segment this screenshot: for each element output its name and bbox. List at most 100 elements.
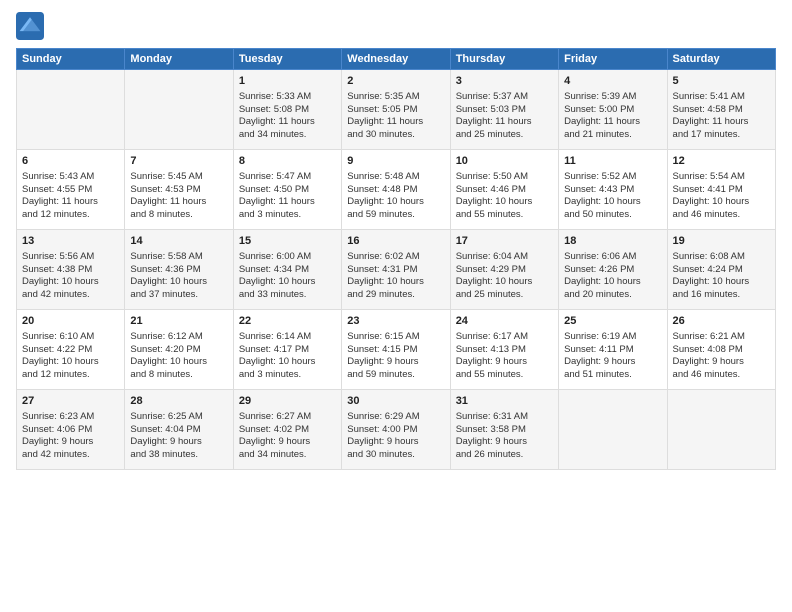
col-header-monday: Monday [125, 49, 233, 70]
day-info-line: Sunrise: 5:43 AM [22, 171, 119, 184]
day-info-line: Sunset: 3:58 PM [456, 424, 553, 437]
day-info-line: Sunrise: 6:15 AM [347, 331, 444, 344]
day-info-line: Sunset: 4:24 PM [673, 264, 770, 277]
day-cell: 28Sunrise: 6:25 AMSunset: 4:04 PMDayligh… [125, 390, 233, 470]
day-cell [667, 390, 775, 470]
day-info-line: Sunset: 4:08 PM [673, 344, 770, 357]
day-info-line: Daylight: 10 hours [564, 276, 661, 289]
calendar-table: SundayMondayTuesdayWednesdayThursdayFrid… [16, 48, 776, 470]
day-info-line: and 37 minutes. [130, 289, 227, 302]
day-info-line: Sunrise: 5:56 AM [22, 251, 119, 264]
day-cell: 4Sunrise: 5:39 AMSunset: 5:00 PMDaylight… [559, 70, 667, 150]
day-info-line: and 34 minutes. [239, 129, 336, 142]
day-number: 23 [347, 314, 444, 329]
day-info-line: Sunset: 4:53 PM [130, 184, 227, 197]
day-cell: 25Sunrise: 6:19 AMSunset: 4:11 PMDayligh… [559, 310, 667, 390]
day-info-line: Daylight: 10 hours [673, 276, 770, 289]
day-info-line: Daylight: 11 hours [22, 196, 119, 209]
day-info-line: Sunset: 4:55 PM [22, 184, 119, 197]
day-info-line: and 55 minutes. [456, 369, 553, 382]
day-info-line: Sunrise: 6:02 AM [347, 251, 444, 264]
day-info-line: and 17 minutes. [673, 129, 770, 142]
day-info-line: Daylight: 11 hours [456, 116, 553, 129]
day-cell: 27Sunrise: 6:23 AMSunset: 4:06 PMDayligh… [17, 390, 125, 470]
day-cell: 16 Sunrise: 6:02 AMSunset: 4:31 PMDayligh… [342, 230, 450, 310]
day-number: 5 [673, 74, 770, 89]
day-info-line: and 12 minutes. [22, 209, 119, 222]
day-cell: 15Sunrise: 6:00 AMSunset: 4:34 PMDayligh… [233, 230, 341, 310]
day-info-line: Daylight: 9 hours [456, 436, 553, 449]
day-info-line: and 50 minutes. [564, 209, 661, 222]
day-info-line: and 8 minutes. [130, 369, 227, 382]
day-cell: 14Sunrise: 5:58 AMSunset: 4:36 PMDayligh… [125, 230, 233, 310]
day-info-line: Sunset: 4:17 PM [239, 344, 336, 357]
day-info-line: and 12 minutes. [22, 369, 119, 382]
day-info-line: Daylight: 9 hours [673, 356, 770, 369]
day-number: 11 [564, 154, 661, 169]
day-number: 13 [22, 234, 119, 249]
day-info-line: Sunrise: 6:21 AM [673, 331, 770, 344]
day-info-line: Sunset: 4:13 PM [456, 344, 553, 357]
day-info-line: Sunset: 4:41 PM [673, 184, 770, 197]
day-info-line: and 26 minutes. [456, 449, 553, 462]
day-info-line: Daylight: 10 hours [456, 276, 553, 289]
week-row-5: 27Sunrise: 6:23 AMSunset: 4:06 PMDayligh… [17, 390, 776, 470]
day-cell: 12Sunrise: 5:54 AMSunset: 4:41 PMDayligh… [667, 150, 775, 230]
day-info-line: and 16 minutes. [673, 289, 770, 302]
day-info-line: and 55 minutes. [456, 209, 553, 222]
day-info-line: Daylight: 10 hours [456, 196, 553, 209]
day-info-line: and 33 minutes. [239, 289, 336, 302]
day-info-line: and 59 minutes. [347, 369, 444, 382]
day-info-line: Sunset: 5:03 PM [456, 104, 553, 117]
day-number: 12 [673, 154, 770, 169]
logo-icon [16, 12, 44, 40]
day-number: 26 [673, 314, 770, 329]
day-info-line: Sunrise: 5:37 AM [456, 91, 553, 104]
day-cell: 18Sunrise: 6:06 AMSunset: 4:26 PMDayligh… [559, 230, 667, 310]
day-info-line: Sunset: 4:29 PM [456, 264, 553, 277]
day-info-line: Daylight: 11 hours [564, 116, 661, 129]
col-header-thursday: Thursday [450, 49, 558, 70]
day-info-line: Daylight: 10 hours [347, 276, 444, 289]
day-info-line: Daylight: 10 hours [564, 196, 661, 209]
day-number: 25 [564, 314, 661, 329]
day-number: 17 [456, 234, 553, 249]
calendar-page: SundayMondayTuesdayWednesdayThursdayFrid… [0, 0, 792, 612]
day-number: 15 [239, 234, 336, 249]
day-cell: 5Sunrise: 5:41 AMSunset: 4:58 PMDaylight… [667, 70, 775, 150]
day-info-line: and 8 minutes. [130, 209, 227, 222]
day-info-line: Sunset: 4:31 PM [347, 264, 444, 277]
col-header-saturday: Saturday [667, 49, 775, 70]
day-info-line: Sunset: 4:26 PM [564, 264, 661, 277]
day-number: 22 [239, 314, 336, 329]
col-header-sunday: Sunday [17, 49, 125, 70]
header-row: SundayMondayTuesdayWednesdayThursdayFrid… [17, 49, 776, 70]
day-number: 16 [347, 234, 444, 249]
day-cell: 9Sunrise: 5:48 AMSunset: 4:48 PMDaylight… [342, 150, 450, 230]
day-info-line: and 30 minutes. [347, 129, 444, 142]
day-info-line: Sunrise: 6:31 AM [456, 411, 553, 424]
day-cell: 13Sunrise: 5:56 AMSunset: 4:38 PMDayligh… [17, 230, 125, 310]
day-info-line: Daylight: 9 hours [239, 436, 336, 449]
day-info-line: and 30 minutes. [347, 449, 444, 462]
day-number: 19 [673, 234, 770, 249]
day-info-line: Sunrise: 6:23 AM [22, 411, 119, 424]
day-info-line: Sunset: 4:04 PM [130, 424, 227, 437]
week-row-2: 6Sunrise: 5:43 AMSunset: 4:55 PMDaylight… [17, 150, 776, 230]
logo [16, 12, 48, 40]
day-info-line: Daylight: 9 hours [22, 436, 119, 449]
day-info-line: Sunset: 4:36 PM [130, 264, 227, 277]
day-info-line: Daylight: 10 hours [347, 196, 444, 209]
day-info-line: Sunrise: 5:48 AM [347, 171, 444, 184]
day-info-line: Sunrise: 6:00 AM [239, 251, 336, 264]
day-cell: 20Sunrise: 6:10 AMSunset: 4:22 PMDayligh… [17, 310, 125, 390]
day-info-line: Sunset: 4:58 PM [673, 104, 770, 117]
week-row-3: 13Sunrise: 5:56 AMSunset: 4:38 PMDayligh… [17, 230, 776, 310]
day-info-line: Daylight: 10 hours [22, 356, 119, 369]
day-info-line: Daylight: 9 hours [564, 356, 661, 369]
day-cell [125, 70, 233, 150]
day-number: 3 [456, 74, 553, 89]
day-info-line: Sunrise: 6:25 AM [130, 411, 227, 424]
day-info-line: and 42 minutes. [22, 449, 119, 462]
day-cell [559, 390, 667, 470]
